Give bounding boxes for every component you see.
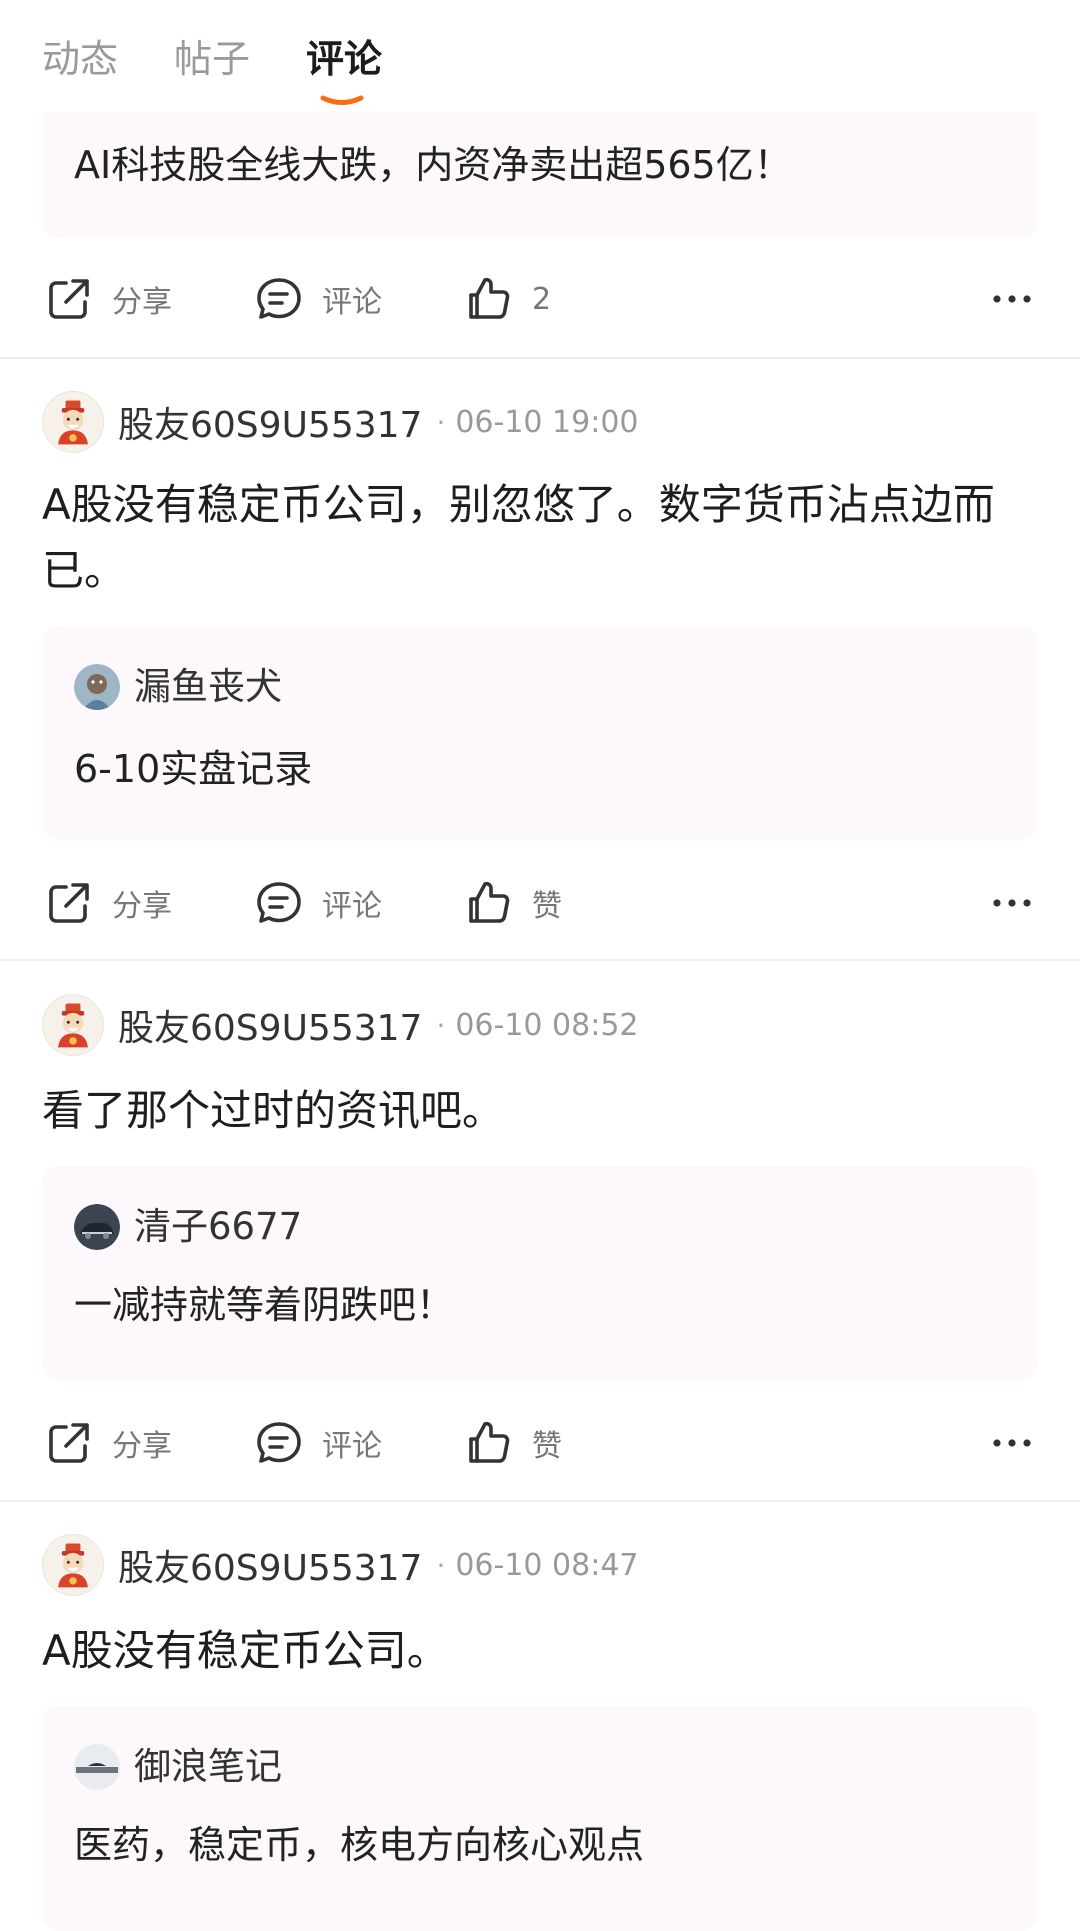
- avatar[interactable]: [42, 391, 104, 453]
- more-icon[interactable]: [992, 1428, 1032, 1458]
- share-button[interactable]: 分享: [44, 264, 172, 334]
- thumbs-up-icon: [464, 1418, 514, 1468]
- comment-icon: [254, 274, 304, 324]
- more-icon[interactable]: [992, 284, 1032, 314]
- comment-button[interactable]: 评论: [254, 1408, 382, 1478]
- quoted-author-avatar: [74, 1744, 120, 1790]
- quoted-author-name: 清子6677: [134, 1205, 303, 1248]
- quoted-post-text: 医药，稳定币，核电方向核心观点: [74, 1823, 645, 1867]
- comment-label: 评论: [322, 285, 382, 320]
- comment-text[interactable]: 看了那个过时的资讯吧。: [42, 1078, 1022, 1144]
- quoted-author-avatar: [74, 1204, 120, 1250]
- share-button[interactable]: 分享: [44, 868, 172, 938]
- timestamp: 06-10 08:52: [455, 1007, 639, 1043]
- share-button[interactable]: 分享: [44, 1408, 172, 1478]
- share-label: 分享: [112, 889, 172, 924]
- username[interactable]: 股友60S9U55317: [118, 999, 422, 1051]
- share-icon: [44, 1418, 94, 1468]
- photo-avatar-icon: [74, 1744, 120, 1790]
- separator-dot: ·: [436, 405, 446, 439]
- quoted-post-card[interactable]: 御浪笔记 医药，稳定币，核电方向核心观点: [42, 1706, 1038, 1931]
- like-label: 赞: [532, 889, 562, 924]
- like-count: 2: [532, 281, 552, 317]
- comment-button[interactable]: 评论: [254, 868, 382, 938]
- quoted-author-name: 御浪笔记: [134, 1745, 282, 1788]
- share-icon: [44, 878, 94, 928]
- caishen-avatar-icon: [45, 1537, 101, 1593]
- tab-comments[interactable]: 评论: [306, 34, 382, 84]
- comment-icon: [254, 878, 304, 928]
- active-tab-indicator: [320, 95, 364, 105]
- quoted-author-avatar: [74, 664, 120, 710]
- timestamp: 06-10 19:00: [455, 404, 639, 440]
- divider: [0, 357, 1080, 359]
- tab-activity[interactable]: 动态: [42, 34, 118, 84]
- quoted-author-name: 漏鱼丧犬: [134, 665, 282, 708]
- profile-tab-bar: 动态 帖子 评论: [0, 0, 1080, 112]
- cartoon-avatar-icon: [74, 664, 120, 710]
- timestamp: 06-10 08:47: [455, 1547, 639, 1583]
- like-button[interactable]: 赞: [464, 868, 562, 938]
- divider: [0, 959, 1080, 961]
- username[interactable]: 股友60S9U55317: [118, 1539, 422, 1591]
- quoted-post-text: 6-10实盘记录: [74, 747, 313, 791]
- share-icon: [44, 274, 94, 324]
- comment-feed: AI科技股全线大跌，内资净卖出超565亿！ 分享 评论 2 股友60S9U553…: [0, 0, 1080, 1931]
- comment-label: 评论: [322, 1429, 382, 1464]
- quoted-author: 御浪笔记: [74, 1744, 282, 1790]
- quoted-post-card[interactable]: 清子6677 一减持就等着阴跌吧！: [42, 1166, 1038, 1380]
- avatar[interactable]: [42, 994, 104, 1056]
- caishen-avatar-icon: [45, 997, 101, 1053]
- tab-posts[interactable]: 帖子: [174, 34, 250, 84]
- more-icon[interactable]: [992, 888, 1032, 918]
- quoted-post-text: 一减持就等着阴跌吧！: [74, 1283, 455, 1327]
- like-button[interactable]: 2: [464, 264, 551, 334]
- separator-dot: ·: [436, 1548, 446, 1582]
- comment-header: 股友60S9U55317 · 06-10 19:00: [42, 391, 639, 453]
- quoted-author: 清子6677: [74, 1204, 302, 1250]
- quoted-post-card[interactable]: 漏鱼丧犬 6-10实盘记录: [42, 626, 1038, 840]
- like-label: 赞: [532, 1429, 562, 1464]
- like-button[interactable]: 赞: [464, 1408, 562, 1478]
- avatar[interactable]: [42, 1534, 104, 1596]
- comment-icon: [254, 1418, 304, 1468]
- comment-button[interactable]: 评论: [254, 264, 382, 334]
- username[interactable]: 股友60S9U55317: [118, 396, 422, 448]
- caishen-avatar-icon: [45, 394, 101, 450]
- thumbs-up-icon: [464, 274, 514, 324]
- action-bar: 分享 评论 2: [0, 264, 1080, 334]
- action-bar: 分享 评论 赞: [0, 1408, 1080, 1478]
- comment-text[interactable]: A股没有稳定币公司，别忽悠了。数字货币沾点边而已。: [42, 472, 1022, 604]
- quoted-author: 漏鱼丧犬: [74, 664, 282, 710]
- share-label: 分享: [112, 1429, 172, 1464]
- comment-text[interactable]: A股没有稳定币公司。: [42, 1618, 1022, 1684]
- comment-header: 股友60S9U55317 · 06-10 08:52: [42, 994, 639, 1056]
- thumbs-up-icon: [464, 878, 514, 928]
- separator-dot: ·: [436, 1008, 446, 1042]
- divider: [0, 1500, 1080, 1502]
- car-avatar-icon: [74, 1204, 120, 1250]
- share-label: 分享: [112, 285, 172, 320]
- quoted-post-text: AI科技股全线大跌，内资净卖出超565亿！: [74, 143, 792, 187]
- action-bar: 分享 评论 赞: [0, 868, 1080, 938]
- comment-label: 评论: [322, 889, 382, 924]
- comment-header: 股友60S9U55317 · 06-10 08:47: [42, 1534, 639, 1596]
